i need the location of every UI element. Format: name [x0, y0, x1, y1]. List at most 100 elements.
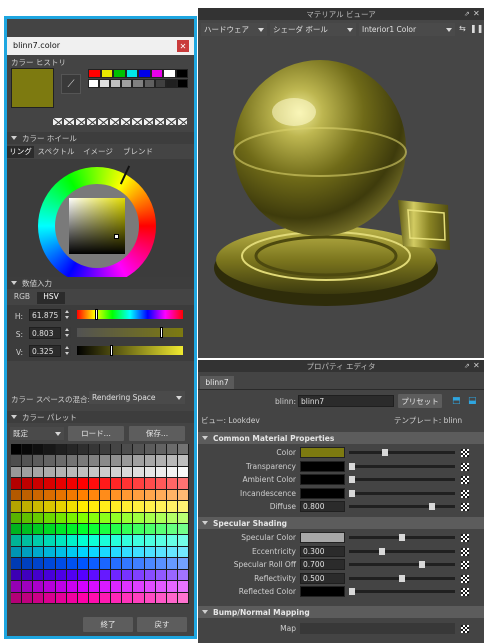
palette-cell[interactable]	[77, 546, 88, 558]
slider-knob[interactable]	[399, 574, 405, 582]
attribute-slider[interactable]	[349, 547, 455, 555]
palette-cell[interactable]	[177, 546, 188, 558]
palette-cell[interactable]	[22, 501, 33, 512]
palette-cell[interactable]	[166, 535, 177, 546]
palette-cell[interactable]	[144, 535, 155, 546]
palette-cell[interactable]	[111, 524, 122, 535]
palette-cell[interactable]	[111, 501, 122, 512]
grey-swatch[interactable]	[154, 79, 166, 88]
bump-section-header[interactable]: Bump/Normal Mapping	[198, 606, 484, 618]
palette-cell[interactable]	[133, 535, 144, 546]
palette-cell[interactable]	[100, 569, 111, 581]
palette-cell[interactable]	[166, 466, 177, 478]
material-dropdown[interactable]: Interior1 Color	[359, 23, 455, 36]
palette-cell[interactable]	[166, 455, 177, 466]
map-button-icon[interactable]	[461, 574, 469, 583]
palette-cell[interactable]	[66, 569, 77, 581]
palette-cell[interactable]	[11, 558, 22, 569]
palette-cell[interactable]	[66, 478, 77, 489]
palette-cell[interactable]	[88, 444, 99, 455]
palette-cell[interactable]	[177, 489, 188, 501]
sv-square[interactable]	[69, 198, 125, 254]
palette-cell[interactable]	[44, 546, 55, 558]
tab-rgb[interactable]: RGB	[7, 292, 37, 304]
palette-cell[interactable]	[77, 512, 88, 523]
slider-knob[interactable]	[419, 561, 425, 568]
palette-cell[interactable]	[166, 592, 177, 603]
palette-cell[interactable]	[177, 455, 188, 466]
palette-cell[interactable]	[33, 524, 44, 535]
palette-cell[interactable]	[122, 501, 133, 512]
tab-ring[interactable]: リング	[7, 146, 34, 158]
palette-cell[interactable]	[33, 455, 44, 466]
history-swatch[interactable]	[150, 69, 163, 78]
palette-cell[interactable]	[66, 535, 77, 546]
palette-cell[interactable]	[88, 455, 99, 466]
palette-cell[interactable]	[122, 569, 133, 581]
palette-cell[interactable]	[144, 592, 155, 603]
s-slider[interactable]	[77, 327, 183, 338]
palette-cell[interactable]	[11, 466, 22, 478]
palette-cell[interactable]	[133, 524, 144, 535]
palette-cell[interactable]	[33, 581, 44, 592]
palette-cell[interactable]	[11, 569, 22, 581]
palette-cell[interactable]	[155, 558, 166, 569]
palette-cell[interactable]	[122, 546, 133, 558]
slider-knob[interactable]	[349, 588, 355, 595]
empty-swatch[interactable]	[97, 117, 109, 126]
empty-swatch[interactable]	[119, 117, 132, 126]
palette-cell[interactable]	[166, 489, 177, 501]
palette-cell[interactable]	[66, 546, 77, 558]
palette-cell[interactable]	[33, 535, 44, 546]
palette-cell[interactable]	[177, 569, 188, 581]
palette-cell[interactable]	[44, 466, 55, 478]
h-slider[interactable]	[77, 309, 183, 320]
palette-cell[interactable]	[155, 444, 166, 455]
map-button-icon[interactable]	[461, 561, 469, 569]
palette-cell[interactable]	[77, 478, 88, 489]
palette-cell[interactable]	[55, 455, 66, 466]
grey-swatch[interactable]	[99, 79, 111, 88]
palette-cell[interactable]	[88, 581, 99, 592]
close-button[interactable]: ✕	[177, 40, 189, 52]
editor-float-icon[interactable]: ⇗	[464, 362, 470, 370]
palette-cell[interactable]	[133, 455, 144, 466]
palette-cell[interactable]	[55, 535, 66, 546]
palette-cell[interactable]	[166, 524, 177, 535]
palette-cell[interactable]	[33, 466, 44, 478]
palette-cell[interactable]	[133, 489, 144, 501]
palette-cell[interactable]	[11, 524, 22, 535]
palette-cell[interactable]	[155, 489, 166, 501]
palette-cell[interactable]	[155, 512, 166, 523]
palette-cell[interactable]	[166, 512, 177, 523]
palette-cell[interactable]	[144, 546, 155, 558]
preset-button[interactable]: プリセット	[398, 394, 442, 408]
palette-cell[interactable]	[66, 592, 77, 603]
palette-cell[interactable]	[33, 444, 44, 455]
value-field[interactable]: 0.800	[300, 501, 345, 512]
empty-swatch[interactable]	[153, 117, 166, 126]
palette-cell[interactable]	[55, 558, 66, 569]
palette-cell[interactable]	[100, 581, 111, 592]
color-swatch[interactable]	[300, 460, 345, 472]
empty-swatch[interactable]	[85, 117, 98, 126]
palette-cell[interactable]	[122, 524, 133, 535]
current-color-swatch[interactable]	[11, 68, 54, 108]
palette-cell[interactable]	[11, 581, 22, 592]
shape-dropdown[interactable]: シェーダ ボール	[270, 23, 356, 36]
common-section-header[interactable]: Common Material Properties	[198, 432, 484, 444]
attribute-slider[interactable]	[349, 534, 455, 541]
map-button-icon[interactable]	[461, 625, 469, 633]
palette-cell[interactable]	[144, 558, 155, 569]
slider-knob[interactable]	[349, 476, 355, 483]
palette-cell[interactable]	[66, 455, 77, 466]
palette-cell[interactable]	[177, 444, 188, 455]
attribute-slider[interactable]	[349, 476, 455, 483]
palette-cell[interactable]	[111, 466, 122, 478]
map-button-icon[interactable]	[461, 547, 469, 556]
map-button-icon[interactable]	[461, 534, 469, 542]
palette-cell[interactable]	[77, 592, 88, 603]
palette-cell[interactable]	[55, 581, 66, 592]
palette-cell[interactable]	[77, 466, 88, 478]
editor-close-icon[interactable]: ✕	[473, 361, 480, 370]
